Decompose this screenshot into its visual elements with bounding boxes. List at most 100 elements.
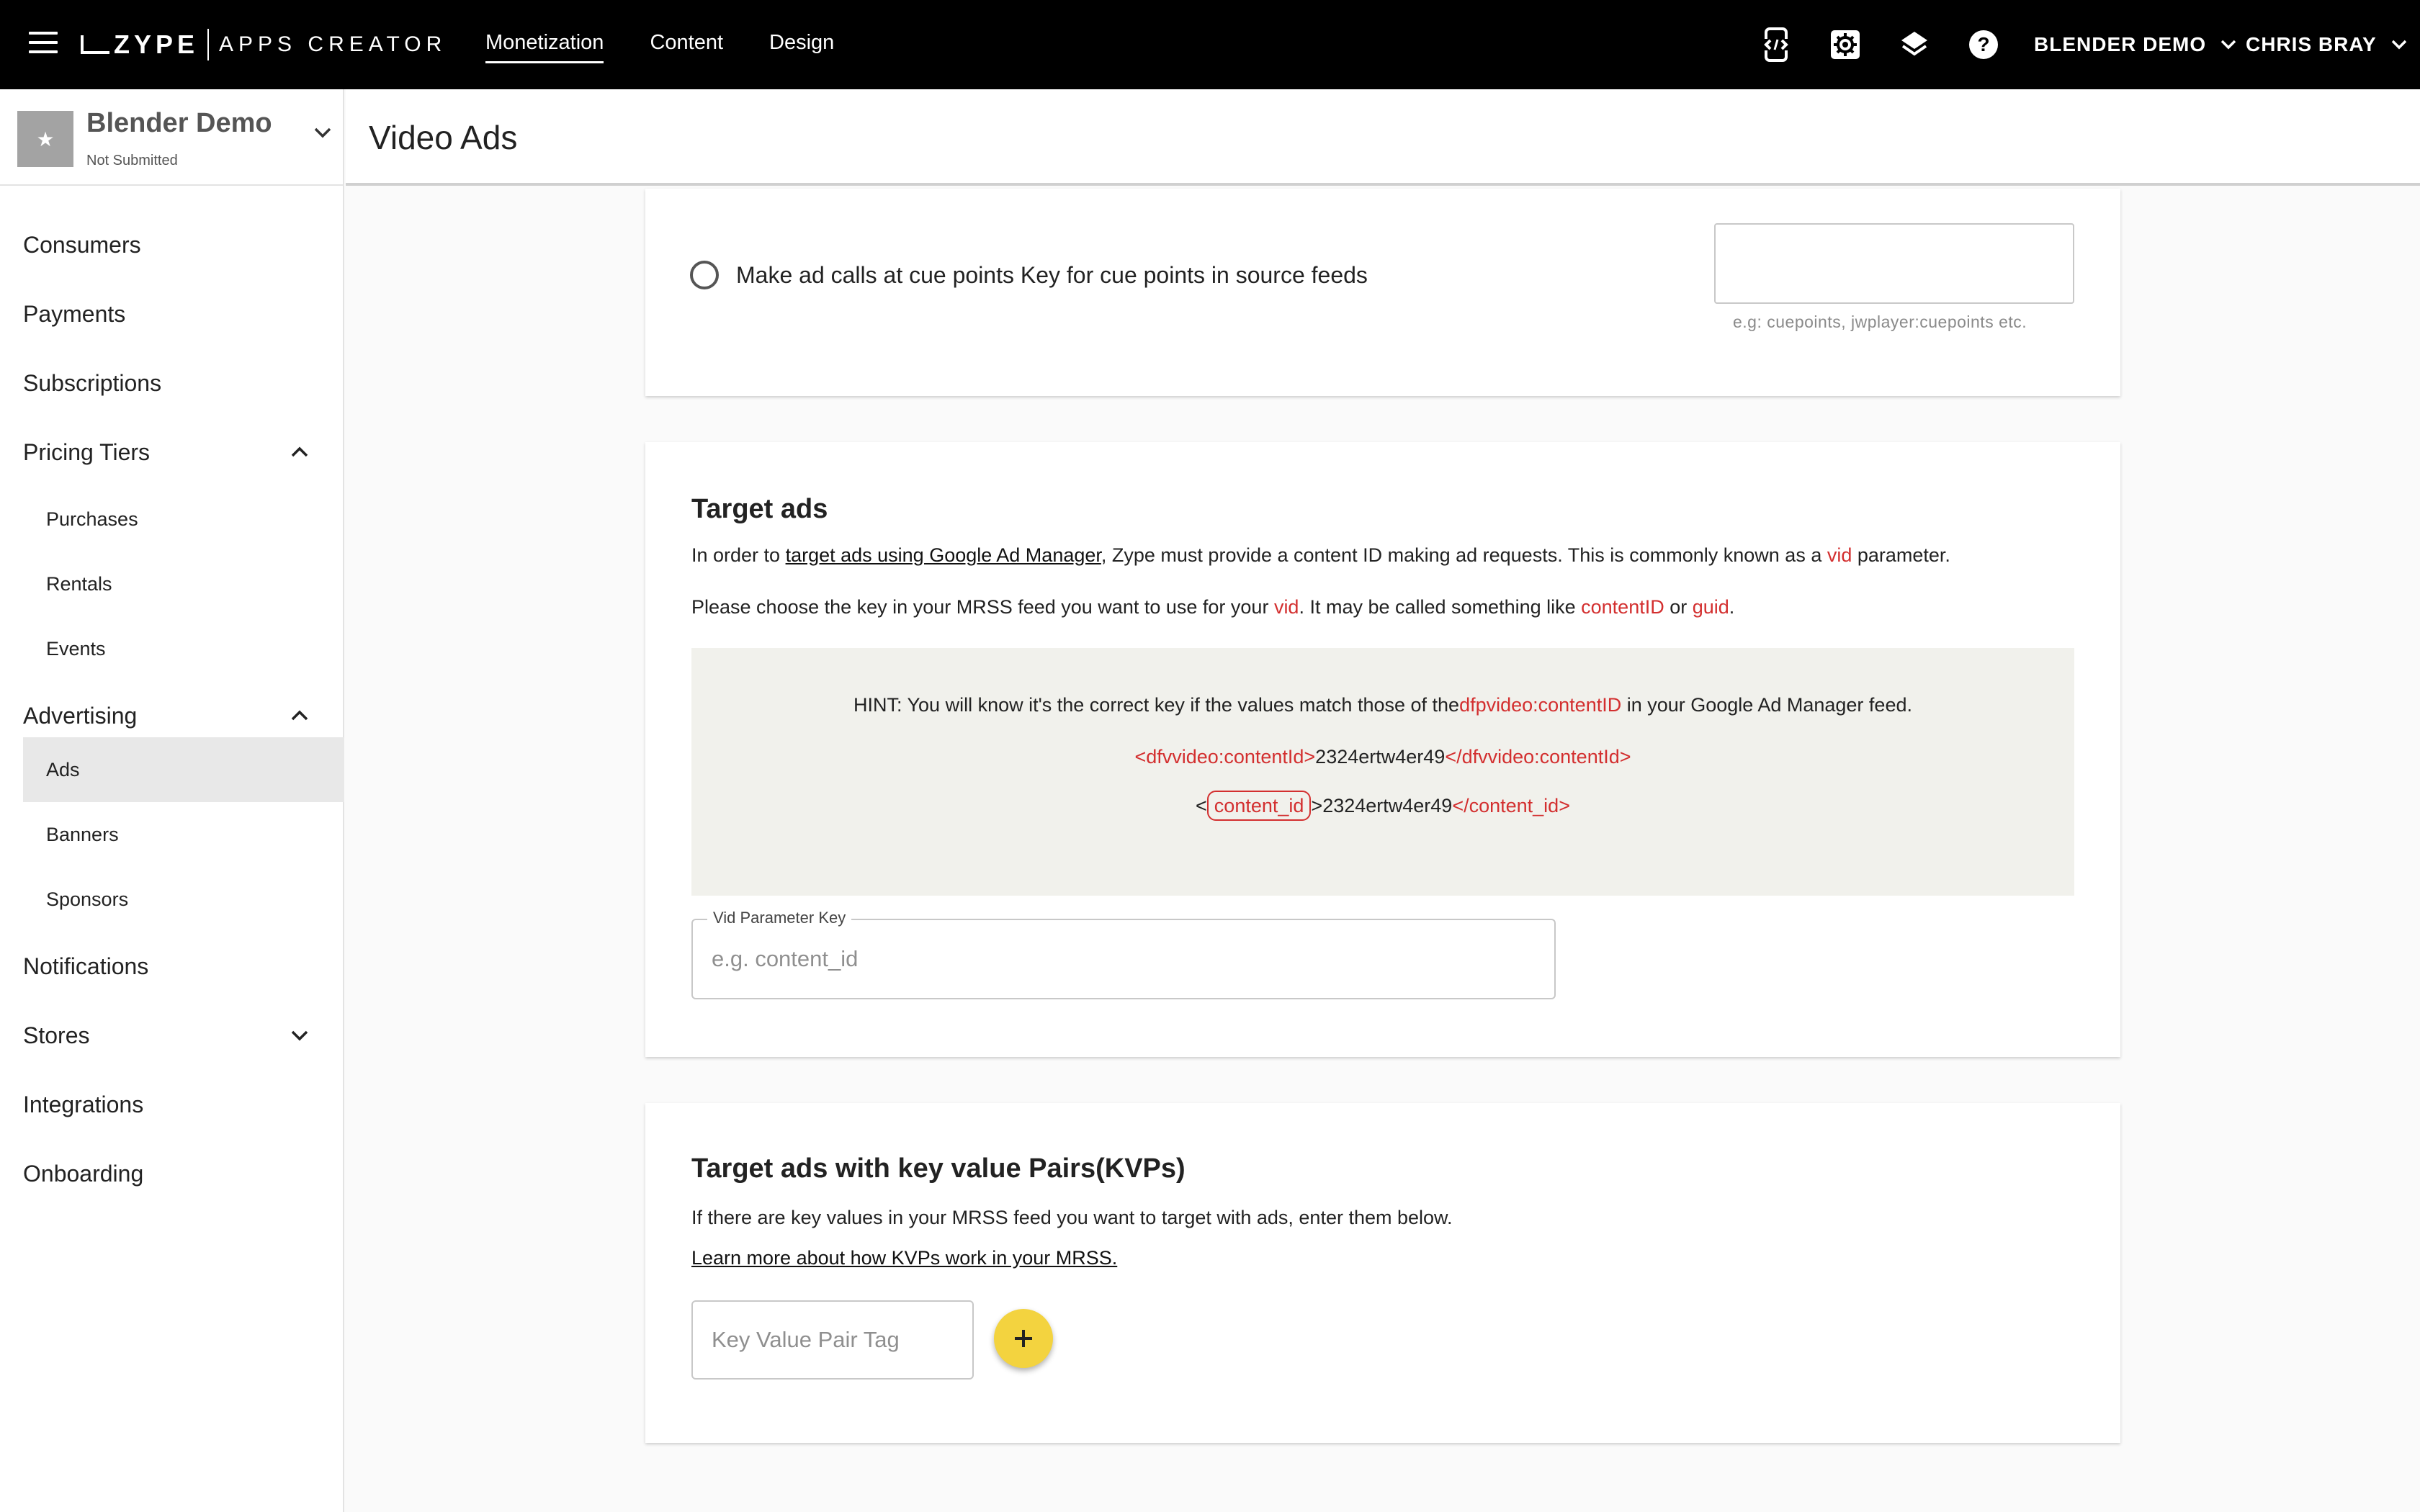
sidebar-item-pricing-tiers[interactable]: Pricing Tiers [0, 418, 343, 487]
sidebar-item-label: Events [46, 637, 106, 660]
sidebar: ★ Blender Demo Not Submitted Consumers P… [0, 89, 344, 1512]
sidebar-item-label: Advertising [23, 702, 138, 729]
add-kvp-button[interactable] [994, 1309, 1053, 1368]
sidebar-item-consumers[interactable]: Consumers [0, 210, 343, 279]
kvp-description: If there are key values in your MRSS fee… [691, 1207, 1453, 1228]
sidebar-item-label: Sponsors [46, 888, 129, 910]
instruction-text: Please choose the key in your MRSS feed … [691, 596, 1274, 618]
chevron-down-icon [291, 1030, 308, 1041]
chevron-up-icon [291, 710, 308, 721]
app-selector-label: BLENDER DEMO [2034, 33, 2207, 55]
intro-text: , Zype must provide a content ID making … [1101, 544, 1827, 566]
cue-points-radio[interactable] [690, 261, 719, 289]
vid-parameter-key-input[interactable] [712, 920, 1487, 998]
chevron-up-icon [291, 446, 308, 457]
target-ads-intro: In order to target ads using Google Ad M… [691, 544, 1950, 567]
nav-monetization[interactable]: Monetization [485, 31, 604, 63]
chevron-down-icon[interactable] [314, 127, 331, 138]
sidebar-item-rentals[interactable]: Rentals [23, 552, 344, 616]
hint-suffix: in your Google Ad Manager feed. [1621, 694, 1912, 716]
cue-points-key-input[interactable] [1714, 223, 2074, 304]
help-icon[interactable]: ? [1965, 26, 2002, 63]
user-name: CHRIS BRAY [2246, 33, 2377, 55]
page-title: Video Ads [369, 119, 518, 156]
sidebar-item-label: Stores [23, 1022, 90, 1048]
top-app-bar: ZYPE APPS CREATOR Monetization Content D… [0, 0, 2420, 89]
hint-text: HINT: You will know it's the correct key… [691, 694, 2074, 716]
instruction-text: . It may be called something like [1299, 596, 1582, 618]
sidebar-item-ads[interactable]: Ads [23, 737, 344, 802]
sidebar-item-integrations[interactable]: Integrations [0, 1070, 343, 1139]
brand-product: APPS CREATOR [219, 32, 447, 56]
sidebar-item-label: Pricing Tiers [23, 438, 151, 465]
page-header: Video Ads [346, 89, 2420, 186]
hint-example-mrss: < content_id >2324ertw4er49</content_id> [691, 791, 2074, 821]
example-open-tag: <dfvvideo:contentId> [1134, 746, 1316, 768]
nav-design[interactable]: Design [769, 31, 834, 59]
layers-icon[interactable] [1896, 26, 1933, 63]
user-menu-dropdown[interactable]: CHRIS BRAY [2246, 0, 2407, 89]
guid-keyword: guid [1692, 596, 1729, 618]
sidebar-item-purchases[interactable]: Purchases [23, 487, 344, 552]
google-ad-manager-link[interactable]: target ads using Google Ad Manager [786, 544, 1101, 566]
sidebar-item-stores[interactable]: Stores [0, 1001, 343, 1070]
app-thumbnail: ★ [17, 111, 73, 167]
kvp-tag-input[interactable] [712, 1302, 964, 1378]
cue-points-label: Make ad calls at cue points Key for cue … [736, 262, 1368, 288]
sidebar-item-label: Notifications [23, 953, 149, 979]
zype-logo-mark [81, 35, 109, 54]
sidebar-item-label: Onboarding [23, 1160, 144, 1187]
star-icon: ★ [36, 127, 55, 150]
vid-keyword: vid [1273, 596, 1299, 618]
instruction-text: . [1729, 596, 1735, 618]
sidebar-item-label: Integrations [23, 1091, 144, 1117]
kvp-card: Target ads with key value Pairs(KVPs) If… [645, 1103, 2120, 1443]
code-preview-icon[interactable] [1757, 26, 1795, 63]
target-ads-heading: Target ads [691, 494, 828, 524]
hint-prefix: HINT: You will know it's the correct key… [853, 694, 1460, 716]
kvp-tag-field[interactable] [691, 1300, 974, 1380]
sidebar-item-label: Ads [46, 758, 80, 780]
hint-box: HINT: You will know it's the correct key… [691, 648, 2074, 896]
kvp-learn-more-link[interactable]: Learn more about how KVPs work in your M… [691, 1247, 1117, 1269]
settings-icon[interactable] [1827, 26, 1864, 63]
brand-divider [207, 29, 210, 60]
app-switcher[interactable]: ★ Blender Demo Not Submitted [0, 89, 343, 186]
cue-points-card: Make ad calls at cue points Key for cue … [645, 189, 2120, 396]
sidebar-item-notifications[interactable]: Notifications [0, 932, 343, 1001]
sidebar-item-banners[interactable]: Banners [23, 802, 344, 867]
chevron-down-icon [2391, 40, 2406, 50]
menu-icon[interactable] [29, 32, 58, 56]
sidebar-item-events[interactable]: Events [23, 616, 344, 681]
intro-text: In order to [691, 544, 786, 566]
app-selector-dropdown[interactable]: BLENDER DEMO [2034, 0, 2236, 89]
intro-text: parameter. [1852, 544, 1950, 566]
sidebar-item-label: Rentals [46, 572, 112, 595]
sidebar-item-sponsors[interactable]: Sponsors [23, 867, 344, 932]
example-close-tag: </content_id> [1452, 795, 1570, 816]
sidebar-item-subscriptions[interactable]: Subscriptions [0, 348, 343, 418]
example-bracket: < [1196, 795, 1207, 816]
brand-name: ZYPE [114, 30, 200, 59]
toolbar-icons: ? [1757, 26, 2034, 63]
sidebar-item-onboarding[interactable]: Onboarding [0, 1139, 343, 1208]
chevron-down-icon [2220, 40, 2236, 50]
vid-keyword: vid [1827, 544, 1852, 566]
example-value: 2324ertw4er49 [1322, 795, 1453, 816]
hint-key: dfpvideo:contentID [1459, 694, 1622, 716]
hint-example-dfp: <dfvvideo:contentId>2324ertw4er49</dfvvi… [691, 746, 2074, 768]
sidebar-item-label: Purchases [46, 508, 138, 530]
example-close-tag: </dfvvideo:contentId> [1445, 746, 1631, 768]
plus-icon [1015, 1330, 1032, 1347]
example-key-highlight: content_id [1206, 791, 1312, 821]
target-ads-card: Target ads In order to target ads using … [645, 442, 2120, 1057]
brand-logo: ZYPE APPS CREATOR [81, 26, 447, 63]
example-bracket: > [1311, 795, 1323, 816]
app-name: Blender Demo [86, 108, 272, 138]
target-ads-instructions: Please choose the key in your MRSS feed … [691, 596, 1734, 618]
sidebar-item-label: Payments [23, 300, 126, 327]
sidebar-item-payments[interactable]: Payments [0, 279, 343, 348]
cue-points-helper: e.g: cuepoints, jwplayer:cuepoints etc. [1733, 312, 2027, 331]
nav-content[interactable]: Content [650, 31, 723, 59]
vid-parameter-key-field[interactable]: Vid Parameter Key [691, 909, 1556, 999]
